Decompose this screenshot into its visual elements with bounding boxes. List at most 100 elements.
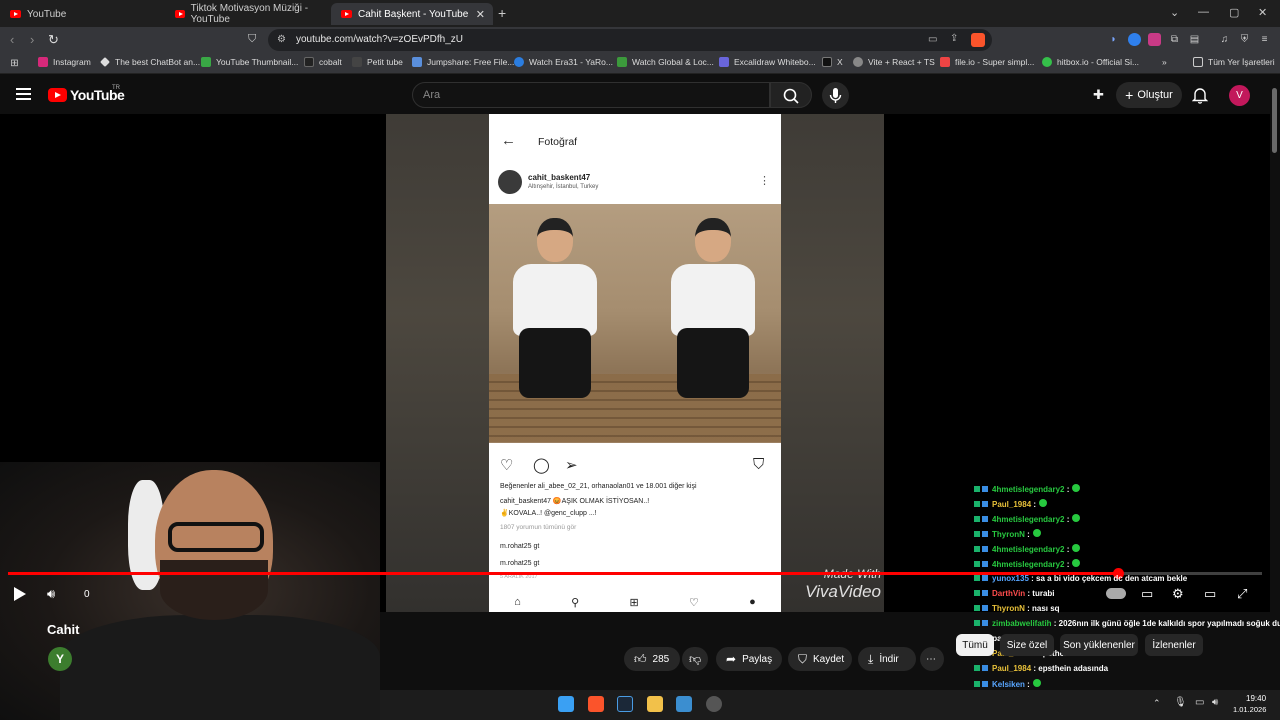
- microphone-tray-icon[interactable]: 🎙︎: [1174, 697, 1187, 708]
- clock-date[interactable]: 1.01.2026: [1233, 705, 1266, 714]
- more-bookmarks-icon[interactable]: »: [1162, 57, 1167, 67]
- share-button[interactable]: ➦ Paylaş: [716, 647, 782, 671]
- chat-badge-icon: [982, 561, 988, 567]
- reload-icon[interactable]: ↻: [48, 32, 59, 48]
- chat-message: Paul_1984 : epsthein adasında: [974, 664, 1108, 673]
- bookmark-petit-tube[interactable]: Petit tube: [352, 57, 403, 67]
- url-field[interactable]: ⚙ youtube.com/watch?v=zOEvPDfh_zU ▭ ⇪: [268, 29, 992, 51]
- bookmark-yt-thumbnail[interactable]: YouTube Thumbnail...: [201, 57, 298, 67]
- dislike-button[interactable]: 👎︎: [682, 647, 708, 671]
- chat-message: zimbabwelifatih : 2026nın ilk günü öğle …: [974, 619, 1280, 628]
- tab-youtube[interactable]: YouTube: [0, 3, 165, 25]
- save-button[interactable]: ⛉ Kaydet: [788, 647, 852, 671]
- chat-username: 4hmetislegendary2: [992, 560, 1067, 569]
- chat-badge-icon: [982, 546, 988, 552]
- fileio-icon: [940, 57, 950, 67]
- search-icon: ⚲: [571, 596, 580, 609]
- notifications-bell-icon[interactable]: [1192, 87, 1208, 104]
- bookmark-chatbot[interactable]: The best ChatBot an...: [100, 57, 200, 67]
- brave-shield-icon[interactable]: [971, 33, 985, 47]
- bookmark-fileio[interactable]: file.io - Super simpl...: [940, 57, 1034, 67]
- search-input[interactable]: [423, 88, 753, 102]
- download-button[interactable]: ⤓ İndir: [858, 647, 916, 671]
- create-button[interactable]: + Oluştur: [1116, 82, 1182, 108]
- youtube-logo-icon[interactable]: [48, 88, 67, 102]
- forward-icon[interactable]: ›: [30, 32, 34, 47]
- chatbot-icon: [100, 57, 110, 67]
- extension-3-icon[interactable]: [1148, 33, 1161, 46]
- bookmark-era31[interactable]: Watch Era31 - YaRo...: [514, 57, 613, 67]
- studio-icon[interactable]: ✚: [1093, 87, 1104, 103]
- new-tab-icon[interactable]: +: [498, 5, 506, 21]
- menu-icon[interactable]: ≡: [1258, 33, 1271, 46]
- cast-icon[interactable]: ▭: [928, 34, 937, 45]
- mouse-cursor-icon: [625, 180, 630, 192]
- clock-time[interactable]: 19:40: [1246, 694, 1266, 703]
- instagram-location: Altınşehir, İstanbul, Turkey: [528, 184, 599, 190]
- chat-emote-icon: [1032, 679, 1041, 687]
- volume-icon[interactable]: 🔊︎: [47, 586, 55, 602]
- vpn-icon[interactable]: ⛨: [1238, 33, 1251, 46]
- tab-tiktok-music[interactable]: Tiktok Motivasyon Müziği - YouTube: [165, 3, 330, 25]
- network-icon[interactable]: ▭: [1195, 697, 1204, 708]
- chip-for-you[interactable]: Size özel: [1000, 634, 1054, 656]
- search-button[interactable]: [770, 82, 812, 108]
- caption-line: cahit_baskent47 😡AŞIK OLMAK İSTİYOSAN..!: [500, 498, 650, 505]
- chip-all[interactable]: Tümü: [956, 634, 994, 656]
- bookmark-x[interactable]: X: [822, 57, 843, 67]
- page-scrollbar[interactable]: [1272, 88, 1277, 153]
- sidebar-icon[interactable]: ▤: [1188, 33, 1201, 46]
- voice-search-button[interactable]: [822, 82, 849, 109]
- hamburger-menu-icon[interactable]: [16, 88, 31, 100]
- chat-badge-icon: [982, 620, 988, 626]
- play-icon[interactable]: [14, 587, 26, 601]
- tray-chevron-icon[interactable]: ⌃: [1153, 698, 1161, 709]
- windows-start-icon[interactable]: [558, 696, 574, 712]
- minimize-icon[interactable]: —: [1198, 6, 1209, 18]
- speaker-icon[interactable]: 🔊︎: [1212, 697, 1218, 708]
- steam-icon[interactable]: [617, 696, 633, 712]
- youtube-favicon-icon: [10, 10, 21, 18]
- share-icon[interactable]: ⇪: [950, 33, 958, 44]
- music-icon[interactable]: ♫: [1218, 33, 1231, 46]
- time-display: 0: [84, 589, 90, 600]
- bookmark-page-icon[interactable]: ⛉: [248, 33, 256, 46]
- bookmark-vite[interactable]: Vite + React + TS: [853, 57, 935, 67]
- file-explorer-icon[interactable]: [647, 696, 663, 712]
- site-info-icon[interactable]: ⚙: [277, 34, 286, 45]
- extension-2-icon[interactable]: [1128, 33, 1141, 46]
- chip-recent[interactable]: Son yüklenenler: [1060, 634, 1138, 656]
- chat-text: :: [1033, 500, 1037, 509]
- bookmark-cobalt[interactable]: cobalt: [304, 57, 342, 67]
- extensions-icon[interactable]: ⧉: [1168, 33, 1181, 46]
- chat-badge-icon: [982, 665, 988, 671]
- bookmark-instagram[interactable]: Instagram: [38, 57, 91, 67]
- close-tab-icon[interactable]: ✕: [476, 8, 485, 21]
- tab-cahit-baskent[interactable]: Cahit Başkent - YouTube ✕: [331, 3, 493, 25]
- instagram-icon: [38, 57, 48, 67]
- extension-1-icon[interactable]: ◗: [1107, 33, 1120, 46]
- account-avatar[interactable]: V: [1229, 85, 1250, 106]
- chat-message: ThyronN : nası sq: [974, 604, 1060, 613]
- chat-text: :: [1066, 485, 1070, 494]
- close-window-icon[interactable]: ✕: [1258, 6, 1267, 19]
- brave-browser-icon[interactable]: [588, 696, 604, 712]
- all-bookmarks[interactable]: Tüm Yer İşaretleri: [1193, 57, 1275, 67]
- glasses-image: [168, 522, 264, 552]
- more-actions-button[interactable]: ⋯: [920, 647, 944, 671]
- bookmark-watch-global[interactable]: Watch Global & Loc...: [617, 57, 714, 67]
- obs-icon[interactable]: [706, 696, 722, 712]
- apps-grid-icon[interactable]: ⊞: [8, 57, 21, 70]
- chat-badge-icon: [982, 681, 988, 687]
- channel-avatar[interactable]: Y: [48, 647, 72, 671]
- back-icon[interactable]: ‹: [10, 32, 14, 47]
- app-icon[interactable]: [676, 696, 692, 712]
- chip-watched[interactable]: İzlenenler: [1145, 634, 1203, 656]
- tab-search-icon[interactable]: ⌄: [1170, 6, 1179, 19]
- chat-text: :: [1066, 545, 1070, 554]
- like-button[interactable]: 👍︎ 285: [624, 647, 680, 671]
- bookmark-hitbox[interactable]: hitbox.io - Official Si...: [1042, 57, 1139, 67]
- bookmark-jumpshare[interactable]: Jumpshare: Free File...: [412, 57, 514, 67]
- bookmark-excalidraw[interactable]: Excalidraw Whitebo...: [719, 57, 816, 67]
- maximize-icon[interactable]: ▢: [1229, 6, 1239, 19]
